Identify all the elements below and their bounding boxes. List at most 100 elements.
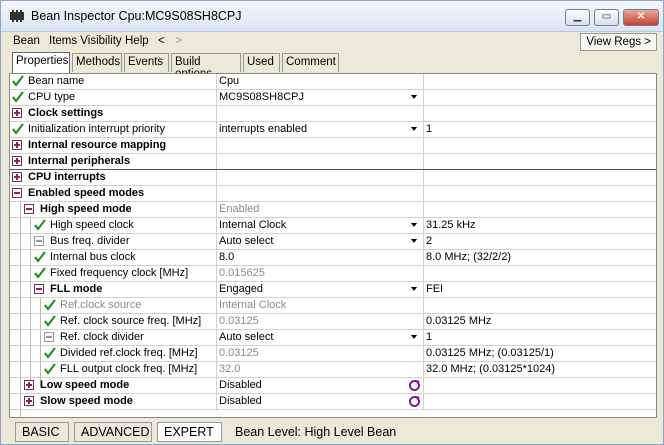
check-icon <box>34 219 46 231</box>
property-row[interactable]: Bus freq. divider Auto select 2 <box>10 234 656 250</box>
property-name: Internal peripherals <box>28 155 131 167</box>
bean-inspector-icon <box>10 10 24 22</box>
property-name: Internal resource mapping <box>28 139 167 151</box>
property-name: Low speed mode <box>40 379 130 391</box>
property-value: 32.0 <box>217 362 424 377</box>
property-name: Enabled speed modes <box>28 187 145 199</box>
property-group-row[interactable]: Internal peripherals <box>10 154 656 170</box>
property-info: 32.0 MHz; (0.03125*1024) <box>426 363 556 375</box>
property-row[interactable]: Divided ref.clock freq. [MHz] 0.03125 0.… <box>10 346 656 362</box>
property-name: FLL output clock freq. [MHz] <box>60 363 198 375</box>
property-info <box>424 90 656 105</box>
property-group-row[interactable]: Clock settings <box>10 106 656 122</box>
property-value[interactable]: 8.0 <box>217 250 424 265</box>
close-button[interactable]: ✕ <box>623 9 659 26</box>
property-info <box>424 378 656 393</box>
menu-bar: Bean Items Visibility Help < > View Regs… <box>1 32 663 52</box>
property-name: Bus freq. divider <box>50 235 130 247</box>
menu-help[interactable]: Help <box>125 35 149 47</box>
property-name: Bean name <box>28 75 85 87</box>
tab-methods[interactable]: Methods <box>72 53 122 72</box>
property-group-row[interactable]: Low speed mode Disabled <box>10 378 656 394</box>
property-row[interactable]: Fixed frequency clock [MHz] 0.015625 <box>10 266 656 282</box>
property-name: Ref.clock source <box>60 299 142 311</box>
property-info <box>424 154 656 169</box>
dropdown-arrow-icon[interactable] <box>409 91 421 103</box>
property-value-dropdown[interactable]: Auto select <box>217 330 424 345</box>
menu-bean[interactable]: Bean <box>13 35 40 47</box>
property-info: 31.25 kHz <box>426 219 476 231</box>
property-group-row[interactable]: CPU interrupts <box>10 170 656 186</box>
nav-forward-button[interactable]: > <box>175 35 182 47</box>
check-icon <box>44 347 56 359</box>
tab-used[interactable]: Used <box>243 53 280 72</box>
tab-properties[interactable]: Properties <box>12 52 70 73</box>
property-value-dropdown[interactable]: Auto select <box>217 234 424 249</box>
property-value-dropdown[interactable]: interrupts enabled <box>217 122 424 137</box>
property-row[interactable]: High speed clock Internal Clock 31.25 kH… <box>10 218 656 234</box>
expand-icon[interactable] <box>12 108 22 118</box>
dropdown-arrow-icon[interactable] <box>409 123 421 135</box>
level-advanced-tab[interactable]: ADVANCED <box>74 422 152 442</box>
property-row[interactable]: FLL output clock freq. [MHz] 32.0 32.0 M… <box>10 362 656 378</box>
property-name: Divided ref.clock freq. [MHz] <box>60 347 198 359</box>
property-row[interactable]: Ref.clock source Internal Clock <box>10 298 656 314</box>
property-value[interactable]: Cpu <box>217 74 424 89</box>
dropdown-arrow-icon[interactable] <box>409 331 421 343</box>
status-bar: BASIC ADVANCED EXPERT Bean Level: High L… <box>1 421 663 444</box>
collapse-icon[interactable] <box>34 236 44 246</box>
property-group-row[interactable]: Slow speed mode Disabled <box>10 394 656 410</box>
menu-items-visibility[interactable]: Items Visibility <box>49 35 122 47</box>
property-row[interactable]: Internal bus clock 8.0 8.0 MHz; (32/2/2) <box>10 250 656 266</box>
property-row[interactable]: Bean name Cpu <box>10 74 656 90</box>
property-info: 1 <box>426 123 433 135</box>
property-value-dropdown[interactable]: MC9S08SH8CPJ <box>217 90 424 105</box>
property-row[interactable]: Ref. clock source freq. [MHz] 0.03125 0.… <box>10 314 656 330</box>
property-row[interactable]: Ref. clock divider Auto select 1 <box>10 330 656 346</box>
property-value <box>217 170 424 185</box>
dropdown-arrow-icon[interactable] <box>409 235 421 247</box>
maximize-button[interactable]: ▭ <box>594 9 619 26</box>
refresh-icon[interactable] <box>408 379 421 392</box>
expand-icon[interactable] <box>12 172 22 182</box>
level-basic-tab[interactable]: BASIC <box>15 422 69 442</box>
tab-events[interactable]: Events <box>124 53 169 72</box>
property-value: 0.03125 <box>217 346 424 361</box>
property-row[interactable]: CPU type MC9S08SH8CPJ <box>10 90 656 106</box>
level-expert-tab[interactable]: EXPERT <box>157 422 222 442</box>
tab-label: Methods <box>76 56 121 68</box>
property-group-row[interactable]: Enabled speed modes <box>10 186 656 202</box>
property-value-cycle[interactable]: Disabled <box>217 378 424 393</box>
collapse-icon[interactable] <box>24 204 34 214</box>
collapse-icon[interactable] <box>12 188 22 198</box>
nav-back-button[interactable]: < <box>158 35 165 47</box>
tab-comment[interactable]: Comment <box>282 53 339 72</box>
property-value-dropdown[interactable]: Internal Clock <box>217 218 424 233</box>
dropdown-arrow-icon[interactable] <box>409 283 421 295</box>
property-value-dropdown[interactable]: Engaged <box>217 282 424 297</box>
property-row[interactable]: Initialization interrupt priority interr… <box>10 122 656 138</box>
tab-build-options[interactable]: Build options <box>171 53 241 80</box>
expand-icon[interactable] <box>12 156 22 166</box>
collapse-icon[interactable] <box>44 332 54 342</box>
property-name: Clock settings <box>28 107 104 119</box>
property-group-row[interactable]: FLL mode Engaged FEI <box>10 282 656 298</box>
property-info: 8.0 MHz; (32/2/2) <box>426 251 511 263</box>
refresh-icon[interactable] <box>408 395 421 408</box>
property-info: 0.03125 MHz; (0.03125/1) <box>426 347 554 359</box>
check-icon <box>44 299 56 311</box>
property-group-row[interactable]: High speed mode Enabled <box>10 202 656 218</box>
dropdown-arrow-icon[interactable] <box>409 219 421 231</box>
expand-icon[interactable] <box>24 396 34 406</box>
property-group-row[interactable]: Internal resource mapping <box>10 138 656 154</box>
expand-icon[interactable] <box>24 380 34 390</box>
minimize-button[interactable]: ▁ <box>565 9 590 26</box>
property-value <box>217 154 424 169</box>
collapse-icon[interactable] <box>34 284 44 294</box>
property-value-cycle[interactable]: Disabled <box>217 394 424 409</box>
property-name: High speed clock <box>50 219 134 231</box>
property-value: Auto select <box>219 235 274 247</box>
expand-icon[interactable] <box>12 140 22 150</box>
view-regs-button[interactable]: View Regs > <box>580 33 657 51</box>
property-value: Engaged <box>219 283 264 295</box>
